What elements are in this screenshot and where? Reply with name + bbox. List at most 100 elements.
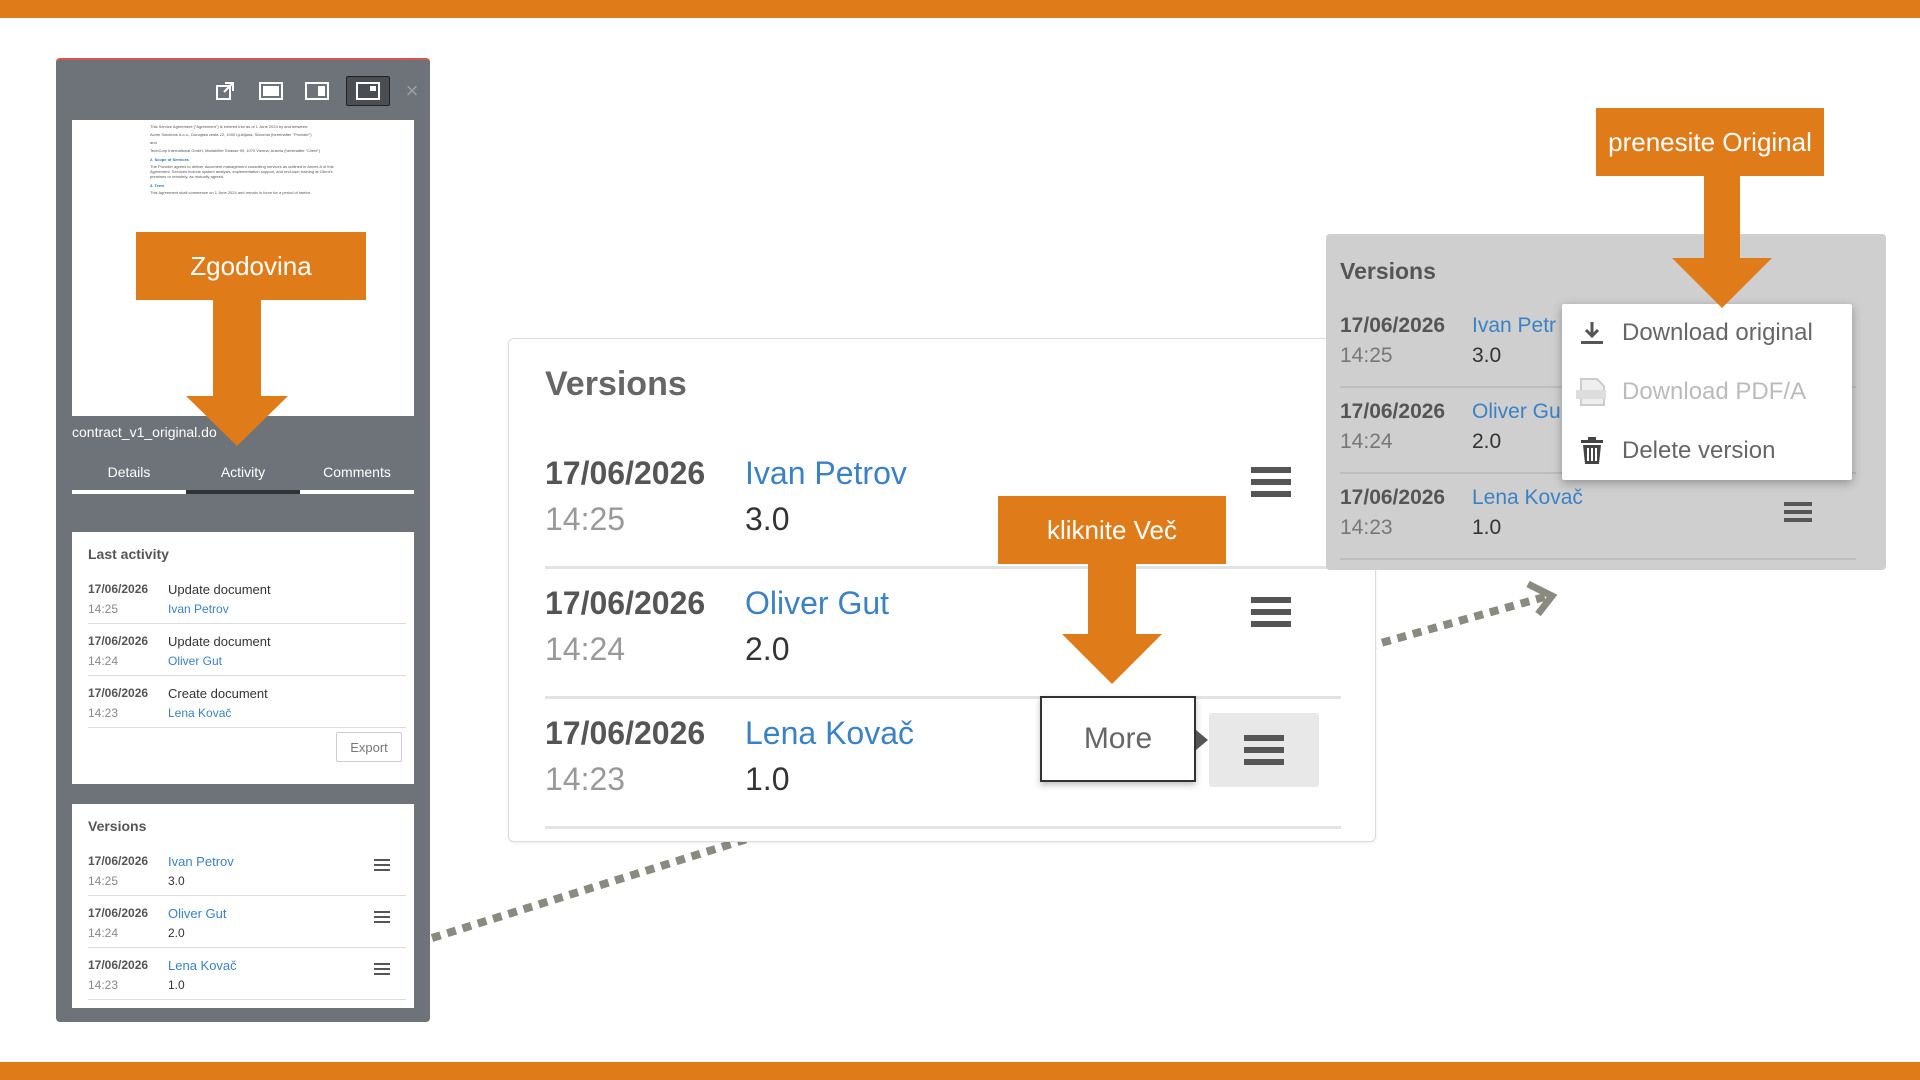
activity-date: 17/06/2026 <box>88 582 149 596</box>
hamburger-menu-icon[interactable] <box>1251 595 1291 634</box>
version-row: 17/06/2026 14:25 Ivan Petrov 3.0 <box>88 844 406 896</box>
version-row: 17/06/2026 14:24 Oliver Gut 2.0 <box>545 569 1341 699</box>
last-activity-card: Last activity 17/06/2026 14:25 Update do… <box>72 532 414 784</box>
callout-history-arrow <box>186 300 288 446</box>
menu-item-label: Download PDF/A <box>1622 378 1807 405</box>
menu-item-download-original[interactable]: Download original <box>1562 304 1852 362</box>
version-number: 2.0 <box>1472 430 1502 453</box>
pdfa-file-icon <box>1562 377 1622 407</box>
callout-download-original: prenesite Original <box>1596 108 1824 176</box>
hamburger-menu-icon[interactable] <box>374 962 390 981</box>
tooltip-pointer <box>1196 730 1208 750</box>
preview-heading: 3. Term <box>150 183 164 188</box>
version-date: 17/06/2026 <box>88 906 149 920</box>
versions-title: Versions <box>1340 258 1436 284</box>
full-width-icon[interactable] <box>254 76 288 106</box>
version-number: 3.0 <box>168 874 185 888</box>
version-time: 14:25 <box>545 501 626 537</box>
preview-paragraph: TechCorp International GmbH, Mariahilfer… <box>150 148 321 153</box>
panel-tabs: Details Activity Comments <box>72 454 414 494</box>
version-date: 17/06/2026 <box>1340 314 1446 337</box>
version-user-link[interactable]: Ivan Petr <box>1472 314 1556 338</box>
version-time: 14:25 <box>88 874 119 888</box>
version-number: 1.0 <box>1472 516 1502 539</box>
activity-user-link[interactable]: Oliver Gut <box>168 654 222 668</box>
version-row: 17/06/2026 14:23 Lena Kovač 1.0 <box>545 699 1341 829</box>
version-user-link[interactable]: Oliver Gut <box>168 906 227 921</box>
preview-paragraph: This Agreement shall commence on 1 June … <box>150 190 311 195</box>
download-icon <box>1562 319 1622 347</box>
activity-row: 17/06/2026 14:24 Update document Oliver … <box>88 624 406 676</box>
tab-comments[interactable]: Comments <box>300 454 414 494</box>
version-number: 2.0 <box>745 631 790 667</box>
activity-row: 17/06/2026 14:25 Update document Ivan Pe… <box>88 572 406 624</box>
activity-user-link[interactable]: Lena Kovač <box>168 706 231 720</box>
hamburger-menu-icon[interactable] <box>1784 500 1812 529</box>
close-icon[interactable]: × <box>402 80 422 102</box>
open-external-icon[interactable] <box>208 76 242 106</box>
version-time: 14:25 <box>1340 344 1393 367</box>
window-controls: × <box>208 76 422 106</box>
hamburger-menu-icon[interactable] <box>374 910 390 929</box>
versions-zoom-title: Versions <box>545 365 687 403</box>
version-time: 14:24 <box>88 926 119 940</box>
version-number: 2.0 <box>168 926 185 940</box>
hamburger-menu-icon[interactable] <box>374 858 390 877</box>
version-number: 1.0 <box>168 978 185 992</box>
menu-item-download-pdfa: Download PDF/A <box>1562 363 1852 421</box>
version-user-link[interactable]: Oliver Gut <box>745 585 889 622</box>
activity-time: 14:23 <box>88 706 119 720</box>
document-side-panel: × This Service Agreement ("Agreement") i… <box>56 58 430 1022</box>
version-date: 17/06/2026 <box>545 585 706 621</box>
more-tooltip: More <box>1040 696 1196 782</box>
version-date: 17/06/2026 <box>1340 400 1446 423</box>
callout-click-more-arrow <box>1062 564 1162 684</box>
version-number: 1.0 <box>745 761 790 797</box>
version-user-link[interactable]: Lena Kovač <box>1472 486 1583 510</box>
menu-item-delete-version[interactable]: Delete version <box>1562 422 1852 480</box>
version-row: 17/06/2026 14:23 Lena Kovač 1.0 <box>1340 474 1856 560</box>
activity-user-link[interactable]: Ivan Petrov <box>168 602 229 616</box>
activity-time: 14:25 <box>88 602 119 616</box>
version-date: 17/06/2026 <box>545 715 706 751</box>
callout-click-more: kliknite Več <box>998 496 1226 564</box>
version-context-menu: Download original Download PDF/A Delete … <box>1562 304 1852 480</box>
version-number: 3.0 <box>1472 344 1502 367</box>
hamburger-menu-icon[interactable] <box>1209 713 1319 787</box>
version-row: 17/06/2026 14:23 Lena Kovač 1.0 <box>88 948 406 1000</box>
version-date: 17/06/2026 <box>88 854 149 868</box>
tab-activity[interactable]: Activity <box>186 454 300 494</box>
trash-icon <box>1562 437 1622 465</box>
version-user-link[interactable]: Oliver Gu <box>1472 400 1561 424</box>
preview-heading: 2. Scope of Services <box>150 157 189 162</box>
preview-paragraph: The Provider agrees to deliver document … <box>150 164 334 179</box>
version-user-link[interactable]: Lena Kovač <box>168 958 237 973</box>
hamburger-menu-icon[interactable] <box>1251 465 1291 504</box>
version-date: 17/06/2026 <box>88 958 149 972</box>
version-number: 3.0 <box>745 501 790 537</box>
activity-action: Update document <box>168 634 271 649</box>
tab-details[interactable]: Details <box>72 454 186 494</box>
version-time: 14:24 <box>545 631 626 667</box>
version-date: 17/06/2026 <box>1340 486 1446 509</box>
version-time: 14:23 <box>545 761 626 797</box>
version-user-link[interactable]: Ivan Petrov <box>168 854 234 869</box>
preview-paragraph: This Service Agreement ("Agreement") is … <box>150 124 309 129</box>
split-view-icon[interactable] <box>300 76 334 106</box>
version-user-link[interactable]: Ivan Petrov <box>745 455 907 492</box>
last-activity-title: Last activity <box>88 546 169 562</box>
activity-date: 17/06/2026 <box>88 634 149 648</box>
menu-item-label: Download original <box>1622 319 1813 346</box>
callout-download-original-arrow <box>1672 176 1772 308</box>
preview-paragraph: and <box>150 140 157 145</box>
version-row: 17/06/2026 14:24 Oliver Gut 2.0 <box>88 896 406 948</box>
floating-view-icon[interactable] <box>346 76 390 106</box>
preview-paragraph: Acme Solutions d.o.o., Dunajska cesta 22… <box>150 132 312 137</box>
version-time: 14:23 <box>88 978 119 992</box>
activity-date: 17/06/2026 <box>88 686 149 700</box>
versions-card: Versions 17/06/2026 14:25 Ivan Petrov 3.… <box>72 804 414 1008</box>
version-user-link[interactable]: Lena Kovač <box>745 715 914 752</box>
activity-time: 14:24 <box>88 654 119 668</box>
export-button[interactable]: Export <box>336 732 402 762</box>
activity-action: Update document <box>168 582 271 597</box>
